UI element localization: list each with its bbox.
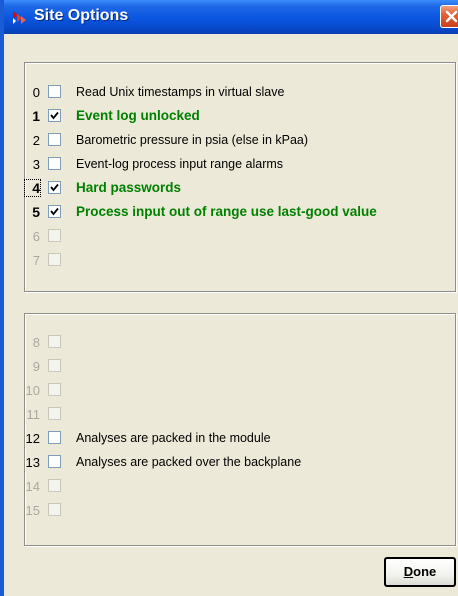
- option-checkbox: [48, 479, 61, 492]
- option-checkbox[interactable]: [48, 133, 61, 146]
- option-checkbox: [48, 383, 61, 396]
- option-checkbox[interactable]: [48, 431, 61, 444]
- done-mnemonic: D: [403, 564, 414, 579]
- option-row-5[interactable]: 5 Process input out of range use last-goo…: [25, 201, 455, 225]
- options-group-1: 0 Read Unix timestamps in virtual slave 1 E…: [24, 62, 456, 292]
- option-label: Analyses are packed in the module: [76, 431, 271, 445]
- option-number: 7: [32, 253, 40, 268]
- option-row-12[interactable]: 12 Analyses are packed in the module: [25, 427, 455, 451]
- option-checkbox[interactable]: [48, 455, 61, 468]
- checkmark-icon: [50, 183, 59, 192]
- option-row-2[interactable]: 2 Barometric pressure in psia (else in kP…: [25, 129, 455, 153]
- option-row-8: 8: [25, 331, 455, 355]
- option-row-14: 14: [25, 475, 455, 499]
- option-row-13[interactable]: 13 Analyses are packed over the backplane: [25, 451, 455, 475]
- option-checkbox[interactable]: [48, 109, 61, 122]
- option-label: Event log unlocked: [76, 108, 200, 123]
- option-checkbox: [48, 229, 61, 242]
- option-number: 0: [32, 85, 40, 100]
- option-number: 4: [24, 179, 41, 197]
- option-number: 9: [32, 359, 40, 374]
- done-label: one: [413, 564, 437, 579]
- option-row-7: 7: [25, 249, 455, 273]
- option-checkbox: [48, 503, 61, 516]
- option-label: Hard passwords: [76, 180, 182, 195]
- option-number: 8: [32, 335, 40, 350]
- option-row-4[interactable]: 4 Hard passwords: [24, 177, 455, 201]
- window-title: Site Options: [34, 7, 129, 24]
- option-row-6: 6: [25, 225, 455, 249]
- option-checkbox: [48, 253, 61, 266]
- option-row-3[interactable]: 3 Event-log process input range alarms: [25, 153, 455, 177]
- option-row-1[interactable]: 1 Event log unlocked: [25, 105, 455, 129]
- option-number: 11: [26, 407, 41, 422]
- option-number: 12: [25, 431, 40, 446]
- option-row-0[interactable]: 0 Read Unix timestamps in virtual slave: [25, 81, 455, 105]
- option-number: 2: [32, 133, 40, 148]
- app-icon: [13, 11, 26, 24]
- option-row-15: 15: [25, 499, 455, 523]
- option-row-10: 10: [25, 379, 455, 403]
- option-checkbox: [48, 335, 61, 348]
- options-group-2: 8 9 10 11 12 Analyses are packed in the modul…: [24, 313, 456, 546]
- option-number: 3: [32, 157, 40, 172]
- checkmark-icon: [50, 207, 59, 216]
- done-button[interactable]: Done: [384, 557, 456, 587]
- option-checkbox: [48, 359, 61, 372]
- option-row-11: 11: [25, 403, 455, 427]
- option-number: 6: [32, 229, 40, 244]
- option-number: 15: [25, 503, 40, 518]
- option-label: Read Unix timestamps in virtual slave: [76, 85, 285, 99]
- option-number: 1: [32, 108, 40, 124]
- option-number: 5: [32, 204, 40, 220]
- checkmark-icon: [50, 111, 59, 120]
- option-row-9: 9: [25, 355, 455, 379]
- close-button[interactable]: [440, 5, 458, 28]
- option-checkbox[interactable]: [48, 205, 61, 218]
- option-label: Barometric pressure in psia (else in kPa…: [76, 133, 309, 147]
- option-number: 13: [25, 455, 40, 470]
- close-icon: [445, 10, 458, 23]
- option-checkbox[interactable]: [48, 85, 61, 98]
- title-bar[interactable]: Site Options: [4, 0, 458, 34]
- option-checkbox[interactable]: [48, 157, 61, 170]
- option-checkbox: [48, 407, 61, 420]
- option-label: Process input out of range use last-good…: [76, 204, 377, 219]
- option-number: 14: [25, 479, 40, 494]
- option-number: 10: [25, 383, 40, 398]
- option-label: Analyses are packed over the backplane: [76, 455, 302, 469]
- option-checkbox[interactable]: [48, 181, 61, 194]
- site-options-dialog: Site Options 0 Read Unix timestamps in vi…: [0, 0, 458, 596]
- option-label: Event-log process input range alarms: [76, 157, 284, 171]
